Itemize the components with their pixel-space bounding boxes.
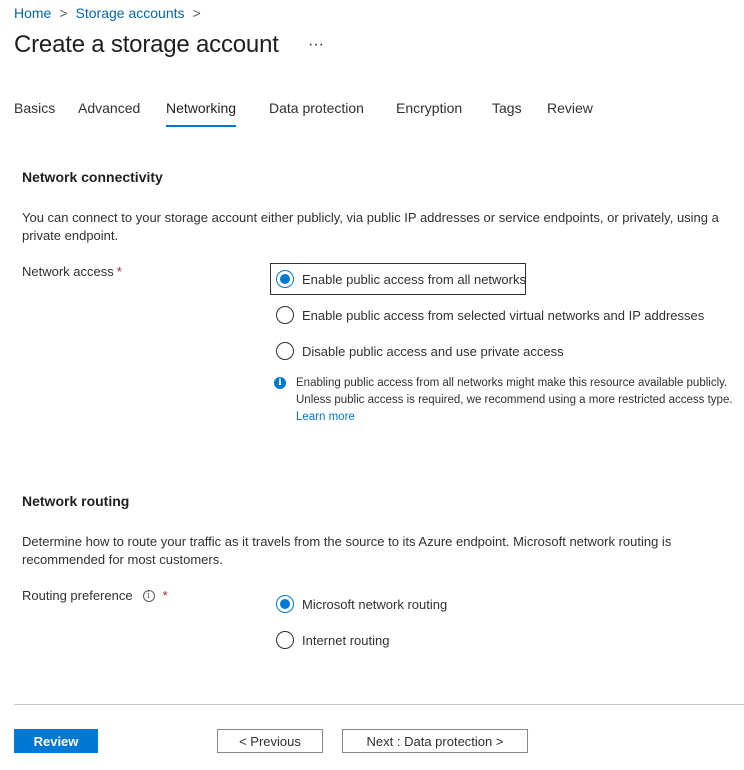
- info-tooltip-icon[interactable]: i: [142, 589, 155, 602]
- footer-divider: [14, 704, 744, 705]
- radio-internet-routing[interactable]: Internet routing: [276, 631, 389, 649]
- chevron-right-icon: >: [59, 5, 68, 21]
- tab-basics[interactable]: Basics: [14, 100, 55, 125]
- network-access-label-text: Network access: [22, 264, 114, 279]
- routing-preference-label-text: Routing preference: [22, 588, 133, 603]
- required-asterisk: *: [116, 264, 122, 279]
- radio-label: Enable public access from selected virtu…: [302, 307, 705, 323]
- radio-microsoft-routing[interactable]: Microsoft network routing: [276, 595, 447, 613]
- info-icon: i: [274, 377, 286, 389]
- breadcrumb-home-link[interactable]: Home: [14, 5, 51, 21]
- breadcrumb-storage-accounts-link[interactable]: Storage accounts: [76, 5, 185, 21]
- required-asterisk: *: [162, 588, 168, 603]
- learn-more-link[interactable]: Learn more: [296, 411, 355, 423]
- page-title: Create a storage account: [14, 31, 279, 58]
- info-message-text: Enabling public access from all networks…: [296, 375, 734, 426]
- tab-review[interactable]: Review: [547, 100, 593, 125]
- info-message: i Enabling public access from all networ…: [274, 375, 734, 426]
- chevron-right-icon: >: [192, 5, 201, 21]
- radio-public-all-networks[interactable]: Enable public access from all networks: [276, 270, 526, 288]
- review-button[interactable]: Review: [14, 729, 98, 753]
- radio-label: Enable public access from all networks: [302, 271, 526, 287]
- tab-data-protection[interactable]: Data protection: [269, 100, 364, 125]
- radio-public-selected-networks[interactable]: Enable public access from selected virtu…: [276, 306, 704, 324]
- network-connectivity-heading: Network connectivity: [22, 169, 163, 185]
- radio-label: Disable public access and use private ac…: [302, 343, 564, 359]
- radio-label: Microsoft network routing: [302, 596, 448, 612]
- radio-unselected-icon[interactable]: [276, 306, 294, 324]
- tab-advanced[interactable]: Advanced: [78, 100, 140, 125]
- radio-label: Internet routing: [302, 632, 390, 648]
- tab-encryption[interactable]: Encryption: [396, 100, 462, 125]
- network-routing-description: Determine how to route your traffic as i…: [22, 534, 672, 567]
- network-connectivity-description: You can connect to your storage account …: [22, 210, 719, 243]
- network-access-label: Network access *: [22, 264, 122, 279]
- info-text: Enabling public access from all networks…: [296, 377, 733, 406]
- previous-button[interactable]: < Previous: [217, 729, 323, 753]
- routing-preference-label: Routing preference i *: [22, 588, 168, 603]
- tab-networking[interactable]: Networking: [166, 100, 237, 127]
- next-button[interactable]: Next : Data protection >: [342, 729, 528, 753]
- radio-selected-icon[interactable]: [276, 270, 294, 288]
- radio-selected-icon[interactable]: [276, 595, 294, 613]
- tab-tags[interactable]: Tags: [492, 100, 522, 125]
- breadcrumb: Home > Storage accounts >: [14, 5, 201, 21]
- network-routing-heading: Network routing: [22, 493, 130, 509]
- radio-unselected-icon[interactable]: [276, 342, 294, 360]
- radio-unselected-icon[interactable]: [276, 631, 294, 649]
- more-options-icon[interactable]: ···: [308, 36, 324, 54]
- radio-disable-public-access[interactable]: Disable public access and use private ac…: [276, 342, 564, 360]
